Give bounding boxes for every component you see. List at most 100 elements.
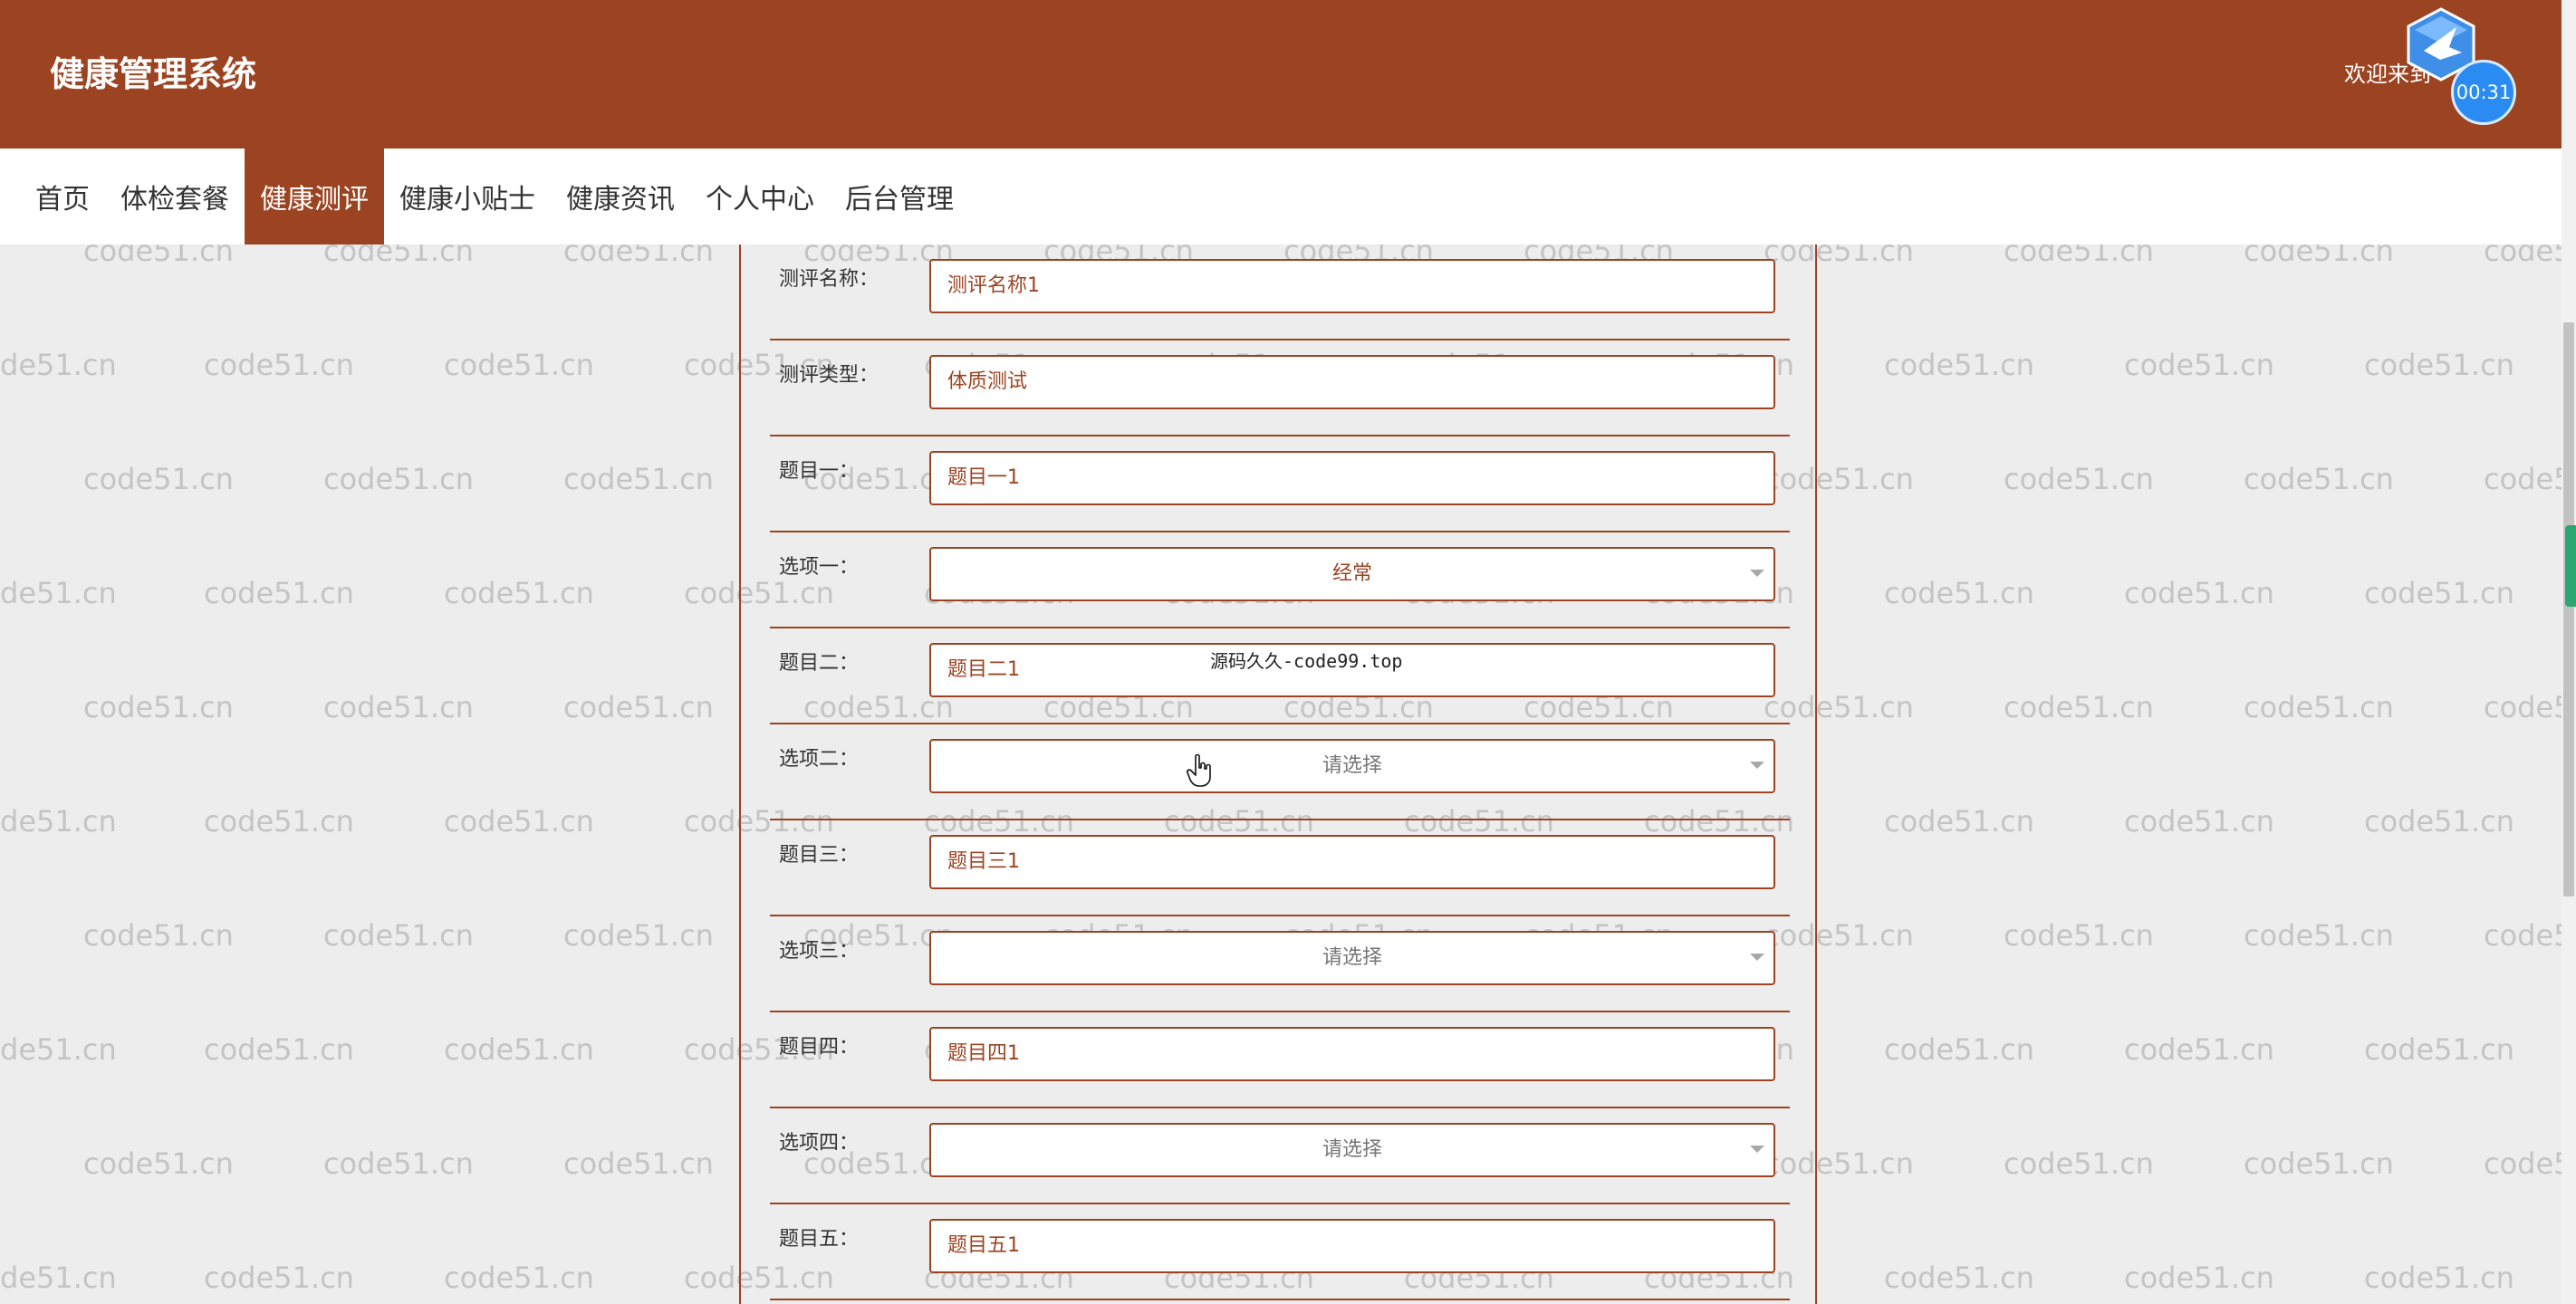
watermark-text: code51.cn bbox=[83, 461, 234, 497]
text-input[interactable]: 测评名称1 bbox=[929, 259, 1775, 313]
watermark-text: code51.cn bbox=[1884, 1260, 2034, 1296]
option-select[interactable]: 请选择 bbox=[929, 931, 1775, 985]
watermark-text: code51.cn bbox=[204, 1031, 354, 1068]
watermark-text: code51.cn bbox=[444, 575, 594, 611]
field-label: 测评类型： bbox=[779, 362, 879, 389]
field-label: 题目五： bbox=[779, 1226, 859, 1253]
field-label: 题目一： bbox=[779, 458, 859, 485]
text-input[interactable]: 题目五1 bbox=[929, 1219, 1775, 1273]
watermark-text: code51.cn bbox=[444, 1260, 594, 1296]
watermark-text: code51.cn bbox=[2004, 461, 2154, 497]
option-select[interactable]: 请选择 bbox=[929, 1123, 1775, 1177]
watermark-text: code51.cn bbox=[83, 1146, 234, 1182]
field-label: 选项一： bbox=[779, 554, 859, 581]
watermark-text: code51.cn bbox=[2004, 917, 2154, 954]
nav-item[interactable]: 健康测评 bbox=[245, 149, 384, 244]
watermark-text: code51.cn bbox=[444, 803, 594, 839]
form-row: 测评名称：测评名称1 bbox=[770, 244, 1790, 340]
watermark-text: code51.cn bbox=[1884, 575, 2034, 611]
watermark-text: code51.cn bbox=[323, 1146, 474, 1182]
watermark-text: code51.cn bbox=[204, 347, 354, 383]
watermark-text: code5 bbox=[2484, 917, 2562, 954]
watermark-text: code51.cn bbox=[1884, 347, 2034, 383]
assessment-form: 测评名称：测评名称1 测评类型： 体质测试题目一： 题目一1 选项一： 经常题目二：题目二… bbox=[739, 244, 1817, 1304]
nav-item[interactable]: 首页 bbox=[20, 149, 105, 244]
watermark-text: code51.cn bbox=[83, 689, 234, 725]
nav-item[interactable]: 健康资讯 bbox=[551, 149, 690, 244]
watermark-text: code51.cn bbox=[204, 803, 354, 839]
form-row: 选项四： 请选择 bbox=[770, 1108, 1790, 1204]
watermark-text: code51.cn bbox=[2004, 1146, 2154, 1182]
form-row: 题目五： 题目五1 bbox=[770, 1204, 1790, 1300]
field-label: 选项四： bbox=[779, 1130, 859, 1157]
watermark-text: code51.cn bbox=[2124, 803, 2274, 839]
watermark-text: code51.cn bbox=[2364, 347, 2514, 383]
watermark-text: code51.cn bbox=[2364, 575, 2514, 611]
form-row: 选项三： 请选择 bbox=[770, 916, 1790, 1012]
app-title: 健康管理系统 bbox=[50, 51, 256, 98]
chevron-down-icon bbox=[1750, 954, 1764, 961]
watermark-text: de51.cn bbox=[0, 1031, 117, 1068]
watermark-text: code51.cn bbox=[563, 689, 714, 725]
watermark-text: code51.cn bbox=[2124, 347, 2274, 383]
nav-item[interactable]: 健康小贴士 bbox=[384, 149, 551, 244]
watermark-text: de51.cn bbox=[0, 575, 117, 611]
field-label: 题目三： bbox=[779, 842, 859, 869]
chevron-down-icon bbox=[1750, 570, 1764, 577]
text-input[interactable]: 题目一1 bbox=[929, 451, 1775, 505]
watermark-text: code51.cn bbox=[2244, 461, 2394, 497]
field-label: 选项三： bbox=[779, 938, 859, 965]
watermark-text: code5 bbox=[2484, 461, 2562, 497]
form-row: 题目三： 题目三1 bbox=[770, 820, 1790, 916]
text-input[interactable]: 题目三1 bbox=[929, 835, 1775, 889]
watermark-text: code51.cn bbox=[2364, 803, 2514, 839]
watermark-text: code51.cn bbox=[563, 917, 714, 954]
hand-pointer-icon bbox=[1187, 753, 1214, 788]
watermark-text: code51.cn bbox=[2124, 1031, 2274, 1068]
option-select[interactable]: 请选择 bbox=[929, 739, 1775, 793]
watermark-text: code51.cn bbox=[2004, 689, 2154, 725]
watermark-text: code51.cn bbox=[2244, 1146, 2394, 1182]
watermark-text: code51.cn bbox=[2244, 689, 2394, 725]
nav-item[interactable]: 个人中心 bbox=[690, 149, 830, 244]
watermark-text: code51.cn bbox=[563, 1146, 714, 1182]
text-input[interactable]: 体质测试 bbox=[929, 355, 1775, 409]
watermark-text: code51.cn bbox=[1884, 1031, 2034, 1068]
text-input[interactable]: 题目四1 bbox=[929, 1027, 1775, 1081]
watermark-text: code51.cn bbox=[323, 689, 474, 725]
chevron-down-icon bbox=[1750, 762, 1764, 769]
header: 健康管理系统 欢迎来到 00:31 bbox=[0, 0, 2562, 149]
watermark-text: code51.cn bbox=[2124, 1260, 2274, 1296]
watermark-text: code5 bbox=[2484, 1146, 2562, 1182]
watermark-text: code51.cn bbox=[204, 575, 354, 611]
watermark-text: code51.cn bbox=[444, 1031, 594, 1068]
field-label: 题目二： bbox=[779, 650, 859, 677]
form-row: 题目二：题目二1 bbox=[770, 628, 1790, 724]
nav-item[interactable]: 体检套餐 bbox=[105, 149, 245, 244]
watermark-text: code51.cn bbox=[2364, 1260, 2514, 1296]
watermark-text: code51.cn bbox=[1884, 803, 2034, 839]
chevron-down-icon bbox=[1750, 1146, 1764, 1153]
form-row: 选项一： 经常 bbox=[770, 532, 1790, 628]
watermark-text: code51.cn bbox=[204, 1260, 354, 1296]
timer-badge[interactable]: 00:31 bbox=[2451, 60, 2516, 125]
overlay-caption: 源码久久-code99.top bbox=[1210, 648, 1402, 674]
watermark-text: code51.cn bbox=[563, 461, 714, 497]
watermark-text: code51.cn bbox=[2124, 575, 2274, 611]
watermark-text: code51.cn bbox=[83, 917, 234, 954]
nav-item[interactable]: 后台管理 bbox=[830, 149, 969, 244]
watermark-text: code51.cn bbox=[444, 347, 594, 383]
form-row: 测评类型： 体质测试 bbox=[770, 340, 1790, 436]
option-select[interactable]: 经常 bbox=[929, 547, 1775, 601]
watermark-text: code51.cn bbox=[2244, 917, 2394, 954]
watermark-text: code5 bbox=[2484, 689, 2562, 725]
field-label: 题目四： bbox=[779, 1034, 859, 1061]
page-scrollbar-thumb[interactable] bbox=[2563, 322, 2574, 896]
watermark-text: de51.cn bbox=[0, 347, 117, 383]
side-float-tab[interactable] bbox=[2565, 525, 2576, 607]
form-row: 题目四： 题目四1 bbox=[770, 1012, 1790, 1108]
form-row: 题目一： 题目一1 bbox=[770, 436, 1790, 532]
watermark-text: de51.cn bbox=[0, 803, 117, 839]
field-label: 选项二： bbox=[779, 746, 859, 773]
main-navigation: 首页体检套餐健康测评健康小贴士健康资讯个人中心后台管理 bbox=[0, 149, 2562, 244]
